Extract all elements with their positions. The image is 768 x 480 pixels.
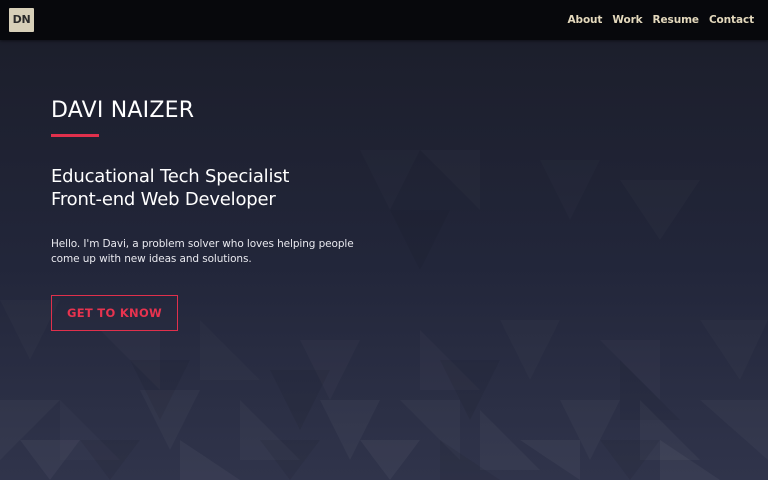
nav-link-resume[interactable]: Resume (653, 14, 700, 26)
hero-section: DAVI NAIZER Educational Tech Specialist … (51, 96, 381, 331)
role-line: Front-end Web Developer (51, 189, 276, 210)
nav-link-about[interactable]: About (568, 14, 603, 26)
role-line: Educational Tech Specialist (51, 166, 290, 187)
intro-line: Hello. I'm Davi, a problem solver who lo… (51, 238, 354, 250)
hero-roles: Educational Tech Specialist Front-end We… (51, 165, 381, 211)
nav-link-work[interactable]: Work (612, 14, 642, 26)
logo[interactable]: DN (9, 8, 34, 32)
get-to-know-button[interactable]: GET TO KNOW (51, 295, 178, 331)
nav-link-contact[interactable]: Contact (709, 14, 754, 26)
page: DN About Work Resume Contact DAVI NAIZER… (0, 0, 768, 480)
intro-line: come up with new ideas and solutions. (51, 253, 252, 265)
name-underline (51, 134, 99, 137)
hero-intro: Hello. I'm Davi, a problem solver who lo… (51, 237, 381, 267)
nav-links: About Work Resume Contact (568, 0, 755, 40)
navbar: DN About Work Resume Contact (0, 0, 768, 40)
hero-name: DAVI NAIZER (51, 98, 195, 123)
